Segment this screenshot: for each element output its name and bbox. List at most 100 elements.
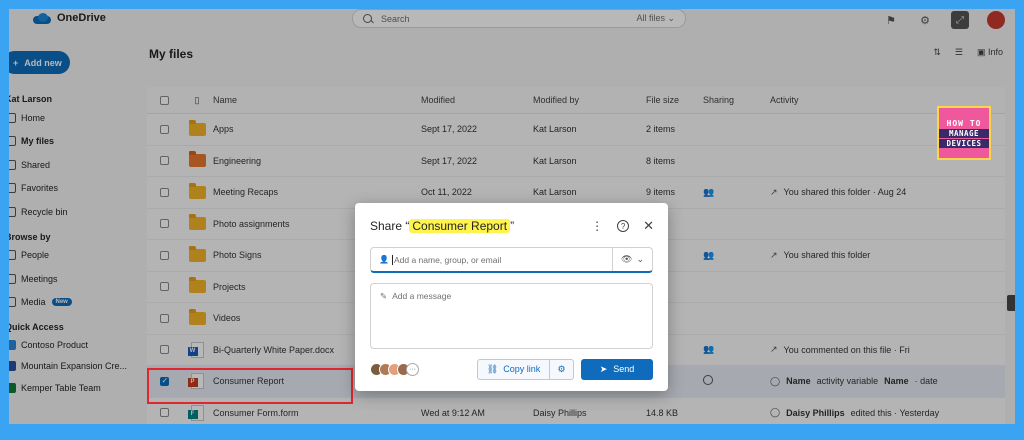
table-row[interactable]: Apps Sept 17, 2022 Kat Larson 2 items (147, 114, 1005, 146)
sort-icon[interactable]: ⇅ (933, 47, 941, 58)
nav-item-my-files[interactable]: My files (9, 130, 149, 154)
more-people-icon: ··· (406, 362, 419, 376)
search-scope-dropdown[interactable]: All files (636, 13, 675, 24)
file-name[interactable]: Photo assignments (213, 219, 290, 229)
quick-access-item[interactable]: Contoso Product (9, 334, 149, 356)
modified-date: Wed at 9:12 AM (421, 407, 485, 418)
file-name[interactable]: Photo Signs (213, 250, 262, 260)
row-checkbox[interactable] (159, 124, 169, 134)
quick-access-item[interactable]: Kemper Table Team (9, 377, 149, 399)
nav-item-favorites[interactable]: Favorites (9, 177, 149, 201)
table-row[interactable]: Engineering Sept 17, 2022 Kat Larson 8 item… (147, 146, 1005, 177)
row-checkbox[interactable] (159, 187, 169, 197)
column-activity[interactable]: Activity (770, 95, 1005, 105)
row-checkbox[interactable] (159, 345, 169, 355)
activity-icon: ↗ (770, 249, 778, 260)
settings-gear-icon[interactable]: ⚙ (917, 12, 933, 28)
word-file-icon (187, 341, 204, 358)
person-icon (9, 250, 16, 261)
message-placeholder: Add a message (392, 291, 452, 301)
file-name[interactable]: Consumer Form.form (213, 408, 299, 418)
column-modified[interactable]: Modified (421, 95, 533, 105)
shared-with-avatars[interactable]: ··· (370, 362, 419, 376)
file-name[interactable]: Engineering (213, 156, 261, 166)
brand[interactable]: OneDrive (33, 12, 106, 24)
nav-item-home[interactable]: Home (9, 106, 149, 130)
file-name[interactable]: Videos (213, 313, 240, 323)
column-modified-by[interactable]: Modified by (533, 95, 646, 105)
nav-item-media[interactable]: Media New (9, 291, 149, 315)
close-icon[interactable]: ✕ (643, 219, 654, 232)
nav-item-shared[interactable]: Shared (9, 153, 149, 177)
nav-item-people[interactable]: People (9, 244, 149, 268)
modified-by: Kat Larson (533, 124, 577, 135)
column-file-size[interactable]: File size (646, 95, 703, 105)
app-name: OneDrive (57, 12, 106, 24)
activity-actor: Daisy Phillips (786, 407, 845, 418)
activity-icon: ◯ (770, 375, 781, 386)
add-new-button[interactable]: + Add new (9, 51, 70, 74)
gear-icon: ⚙ (557, 363, 566, 374)
activity-text: activity variable (816, 376, 879, 387)
share-dialog: Share “Consumer Report” ⋮ ? ✕ 👤 Add a na… (355, 203, 668, 391)
flag-icon[interactable]: ⚑ (883, 12, 899, 28)
permission-dropdown[interactable]: 👁 ⌄ (612, 248, 652, 271)
row-checkbox[interactable] (159, 282, 169, 292)
site-icon (9, 361, 16, 372)
shared-people-icon: 👥 (703, 186, 715, 197)
people-picker[interactable]: 👤 Add a name, group, or email 👁 ⌄ (370, 247, 653, 273)
view-options-icon[interactable]: ☰ (955, 47, 963, 58)
row-checkbox[interactable] (159, 219, 169, 229)
modified-by: Kat Larson (533, 155, 577, 166)
file-name[interactable]: Projects (213, 282, 246, 292)
more-options-icon[interactable]: ⋮ (591, 220, 603, 232)
row-checkbox[interactable] (159, 408, 169, 418)
star-icon (9, 183, 16, 194)
top-bar: OneDrive Search All files ⚑ ⚙ ⤢ (9, 9, 1015, 31)
nav-item-meetings[interactable]: Meetings (9, 267, 149, 291)
forms-file-icon (187, 404, 204, 421)
row-checkbox[interactable] (159, 156, 169, 166)
message-field[interactable]: ✎ Add a message (370, 283, 653, 349)
onedrive-window: OneDrive Search All files ⚑ ⚙ ⤢ + Add ne… (9, 9, 1015, 424)
file-name[interactable]: Meeting Recaps (213, 187, 278, 197)
activity-icon: ↗ (770, 344, 778, 355)
file-size: 9 items (646, 187, 676, 198)
quick-access-item[interactable]: Mountain Expansion Cre... (9, 356, 149, 378)
search-input[interactable]: Search (381, 14, 636, 24)
account-avatar[interactable] (987, 11, 1005, 29)
search-box[interactable]: Search All files (352, 9, 686, 28)
page-title: My files (149, 47, 194, 61)
file-name[interactable]: Bi-Quarterly White Paper.docx (213, 345, 334, 355)
search-icon (363, 14, 372, 23)
nav-item-label: Media (21, 297, 46, 308)
copy-link-label: Copy link (503, 364, 541, 374)
quick-access-heading: Quick Access (9, 322, 64, 332)
info-button[interactable]: ▣ Info (977, 47, 1003, 58)
copy-link-button[interactable]: ⛓ Copy link (477, 358, 550, 380)
title-prefix: Share “ (370, 219, 410, 233)
dialog-actions: ⋮ ? ✕ (591, 219, 654, 232)
folder-icon (9, 136, 16, 147)
file-name[interactable]: Apps (213, 124, 234, 134)
folder-icon (188, 151, 206, 168)
people-icon (9, 159, 16, 170)
nav-item-label: Favorites (21, 183, 59, 194)
activity-actor: Name (786, 376, 811, 387)
row-checkbox[interactable] (159, 313, 169, 323)
file-list-header: ▯ Name Modified Modified by File size Sh… (147, 87, 1005, 114)
select-all-checkbox[interactable] (159, 95, 169, 105)
side-panel-handle[interactable] (1007, 295, 1015, 311)
title-suffix: ” (510, 219, 515, 233)
person-icon: 👤 (379, 255, 389, 264)
nav-item-recycle-bin[interactable]: Recycle bin (9, 200, 149, 224)
send-button[interactable]: ➤ Send (581, 358, 653, 380)
help-icon[interactable]: ? (617, 220, 630, 232)
link-settings-button[interactable]: ⚙ (550, 358, 574, 380)
people-input[interactable]: Add a name, group, or email (391, 254, 612, 265)
expand-icon[interactable]: ⤢ (951, 11, 969, 29)
watermark-logo: HOW TO MANAGE DEVICES (937, 106, 991, 160)
column-sharing[interactable]: Sharing (703, 95, 770, 105)
row-checkbox[interactable] (159, 250, 169, 260)
column-name[interactable]: Name (213, 95, 421, 105)
